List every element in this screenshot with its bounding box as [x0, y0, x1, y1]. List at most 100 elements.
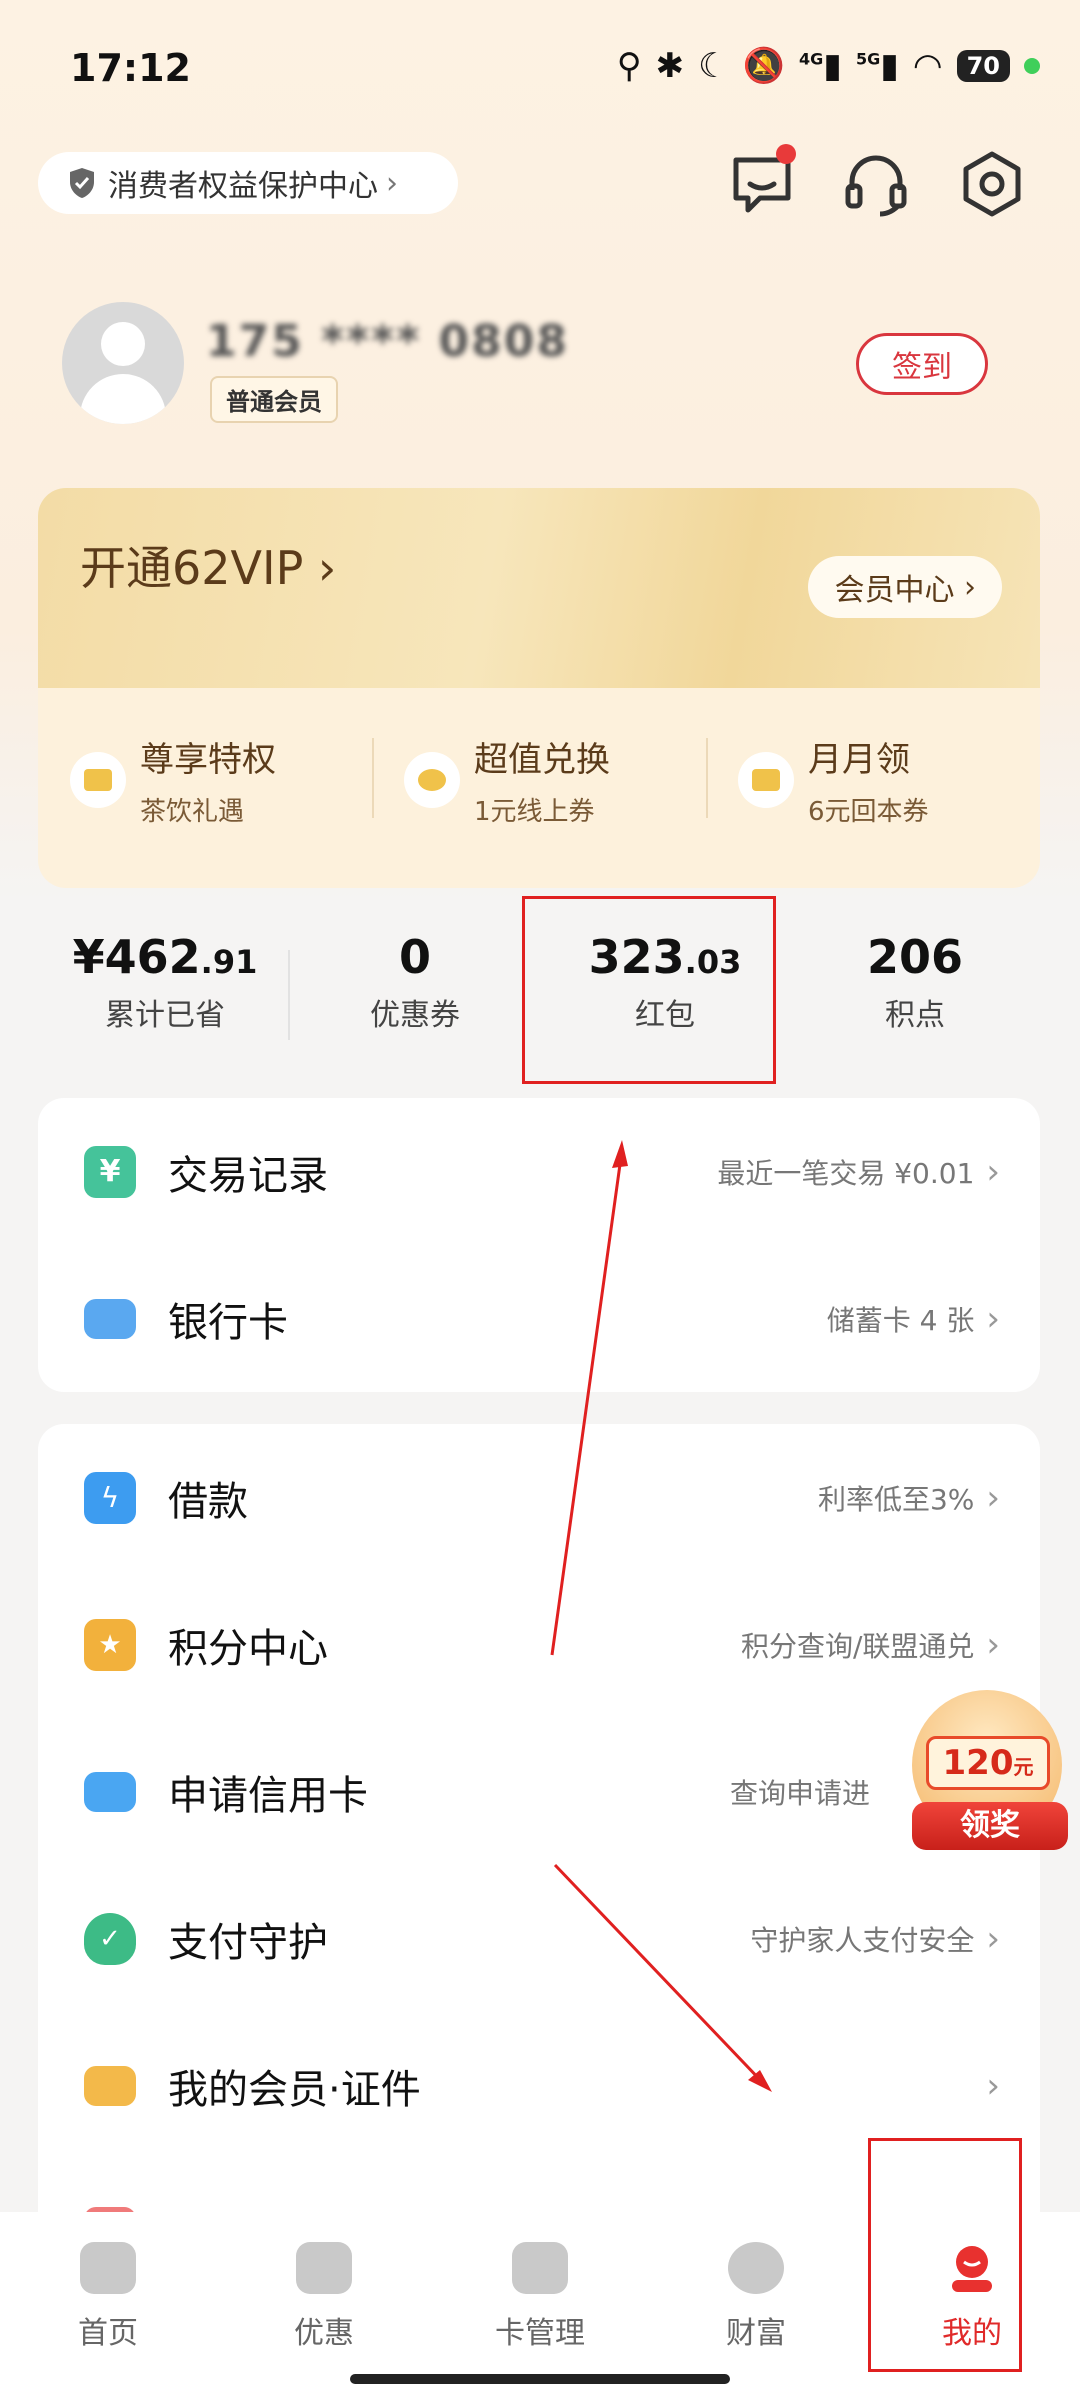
message-button[interactable] — [726, 144, 798, 220]
perk-title: 超值兑换 — [474, 740, 610, 780]
status-icons: ⚲ ✱ ☾ 🔕 4G▮ 5G▮ ◠ 70 — [617, 46, 1040, 86]
nav-card-management[interactable]: 卡管理 — [432, 2212, 648, 2400]
card-icon — [512, 2242, 568, 2294]
nav-wealth[interactable]: 财富 — [648, 2212, 864, 2400]
nav-offers[interactable]: 优惠 — [216, 2212, 432, 2400]
reward-claim-label: 领奖 — [912, 1802, 1068, 1850]
row-hint: 利率低至3% — [817, 1482, 975, 1516]
services-card: ϟ 借款 利率低至3% › ★ 积分中心 积分查询/联盟通兑 › 申请信用卡 查… — [38, 1424, 1040, 2214]
vip-title[interactable]: 开通62VIP › — [80, 532, 336, 598]
yen-icon: ¥ — [84, 1145, 136, 1198]
row-label: 支付守护 — [168, 1919, 328, 1966]
perk-subtitle: 6元回本券 — [808, 797, 929, 827]
red-packet-highlight — [522, 896, 776, 1084]
signal-4g-icon: 4G▮ — [798, 46, 842, 86]
battery-icon: 70 — [956, 50, 1010, 82]
row-label: 借款 — [168, 1478, 248, 1525]
coupon-icon — [296, 2242, 352, 2294]
credit-card-add-icon — [84, 1771, 136, 1812]
row-hint: 积分查询/联盟通兑 — [740, 1629, 975, 1663]
row-hint: 最近一笔交易 ¥0.01 — [717, 1156, 975, 1190]
perk-monthly[interactable]: 月月领 6元回本券 — [706, 688, 1040, 888]
stat-label: 累计已省 — [105, 998, 225, 1033]
status-bar: 17:12 ⚲ ✱ ☾ 🔕 4G▮ 5G▮ ◠ 70 — [0, 0, 1080, 140]
member-level-badge: 普通会员 — [210, 376, 338, 423]
row-label: 银行卡 — [168, 1299, 288, 1346]
bank-card-icon — [84, 1298, 136, 1339]
perk-exchange[interactable]: 超值兑换 1元线上券 — [372, 688, 706, 888]
chevron-right-icon: › — [986, 1624, 1000, 1665]
transactions-row[interactable]: ¥ 交易记录 最近一笔交易 ¥0.01 › — [38, 1098, 1040, 1245]
chevron-right-icon: › — [986, 1298, 1000, 1339]
chevron-right-icon: › — [986, 1151, 1000, 1192]
avatar[interactable] — [62, 302, 184, 424]
reward-amount: 120元 — [926, 1736, 1050, 1790]
signal-5g-icon: 5G▮ — [855, 46, 899, 86]
chevron-right-icon: › — [386, 165, 398, 201]
row-hint: 储蓄卡 4 张 — [826, 1303, 975, 1337]
loan-row[interactable]: ϟ 借款 利率低至3% › — [38, 1424, 1040, 1571]
stat-label: 优惠券 — [370, 998, 460, 1033]
account-card: ¥ 交易记录 最近一笔交易 ¥0.01 › 银行卡 储蓄卡 4 张 › — [38, 1098, 1040, 1392]
chevron-right-icon: › — [986, 2065, 1000, 2106]
mine-tab-highlight — [868, 2138, 1022, 2372]
nav-label: 优惠 — [294, 2316, 354, 2351]
lightning-icon: ϟ — [84, 1471, 136, 1524]
stat-points[interactable]: 206 积点 — [790, 930, 1040, 1060]
row-label: 申请信用卡 — [168, 1772, 368, 1819]
nav-label: 首页 — [78, 2316, 138, 2351]
mute-icon: 🔕 — [742, 46, 785, 86]
vip-perks: 尊享特权 茶饮礼遇 超值兑换 1元线上券 月月领 6元回本券 — [38, 688, 1040, 888]
headset-icon — [845, 155, 907, 217]
vip-card: 开通62VIP › 会员中心 › 尊享特权 茶饮礼遇 超值兑换 1元线上券 月月… — [38, 488, 1040, 888]
shield-check-icon: ✓ — [84, 1912, 136, 1965]
customer-service-button[interactable] — [840, 148, 912, 220]
phone-number[interactable]: 175 **** 0808 — [206, 316, 569, 367]
home-icon — [80, 2242, 136, 2294]
nav-label: 卡管理 — [495, 2316, 585, 2351]
ticket-icon — [738, 752, 794, 808]
settings-button[interactable] — [956, 148, 1028, 220]
wealth-icon — [728, 2242, 784, 2294]
wifi-icon: ◠ — [912, 46, 943, 86]
perk-subtitle: 茶饮礼遇 — [140, 797, 245, 827]
home-indicator — [350, 2374, 730, 2384]
vip-banner[interactable]: 开通62VIP › 会员中心 › — [38, 488, 1040, 688]
location-icon: ⚲ — [616, 46, 642, 86]
settings-icon — [963, 151, 1021, 217]
stat-saved[interactable]: ¥462.91 累计已省 — [40, 930, 290, 1060]
credit-card-apply-row[interactable]: 申请信用卡 查询申请进 — [38, 1718, 1040, 1865]
perk-title: 尊享特权 — [140, 740, 276, 780]
id-card-icon — [84, 2065, 136, 2106]
points-icon: ★ — [84, 1618, 136, 1671]
row-hint: 守护家人支付安全 — [750, 1923, 975, 1957]
star-icon — [404, 752, 460, 808]
reward-float-button[interactable]: 120元 领奖 — [906, 1690, 1068, 1850]
privacy-dot-icon — [1024, 58, 1040, 74]
crown-icon — [70, 752, 126, 808]
signin-button[interactable]: 签到 — [856, 333, 988, 395]
consumer-rights-label: 消费者权益保护中心 — [108, 169, 378, 204]
unread-badge — [776, 144, 796, 164]
chevron-right-icon: › — [986, 1918, 1000, 1959]
perk-title: 月月领 — [808, 740, 910, 780]
bank-card-row[interactable]: 银行卡 储蓄卡 4 张 › — [38, 1245, 1040, 1392]
row-hint: 查询申请进 — [729, 1776, 870, 1810]
status-time: 17:12 — [70, 46, 191, 90]
consumer-rights-center-button[interactable]: 消费者权益保护中心 › — [38, 152, 458, 214]
perk-privilege[interactable]: 尊享特权 茶饮礼遇 — [38, 688, 372, 888]
points-center-row[interactable]: ★ 积分中心 积分查询/联盟通兑 › — [38, 1571, 1040, 1718]
stat-label: 积点 — [885, 998, 945, 1033]
shield-icon — [70, 168, 94, 198]
moon-icon: ☾ — [698, 46, 729, 86]
bluetooth-icon: ✱ — [655, 46, 685, 86]
nav-home[interactable]: 首页 — [0, 2212, 216, 2400]
row-label: 我的会员·证件 — [168, 2066, 421, 2113]
membership-id-row[interactable]: 我的会员·证件 › — [38, 2012, 1040, 2159]
chevron-right-icon: › — [986, 1477, 1000, 1518]
stat-coupons[interactable]: 0 优惠券 — [290, 930, 540, 1060]
member-center-button[interactable]: 会员中心 › — [808, 556, 1002, 618]
row-label: 积分中心 — [168, 1625, 328, 1672]
payment-guard-row[interactable]: ✓ 支付守护 守护家人支付安全 › — [38, 1865, 1040, 2012]
perk-subtitle: 1元线上券 — [474, 797, 595, 827]
